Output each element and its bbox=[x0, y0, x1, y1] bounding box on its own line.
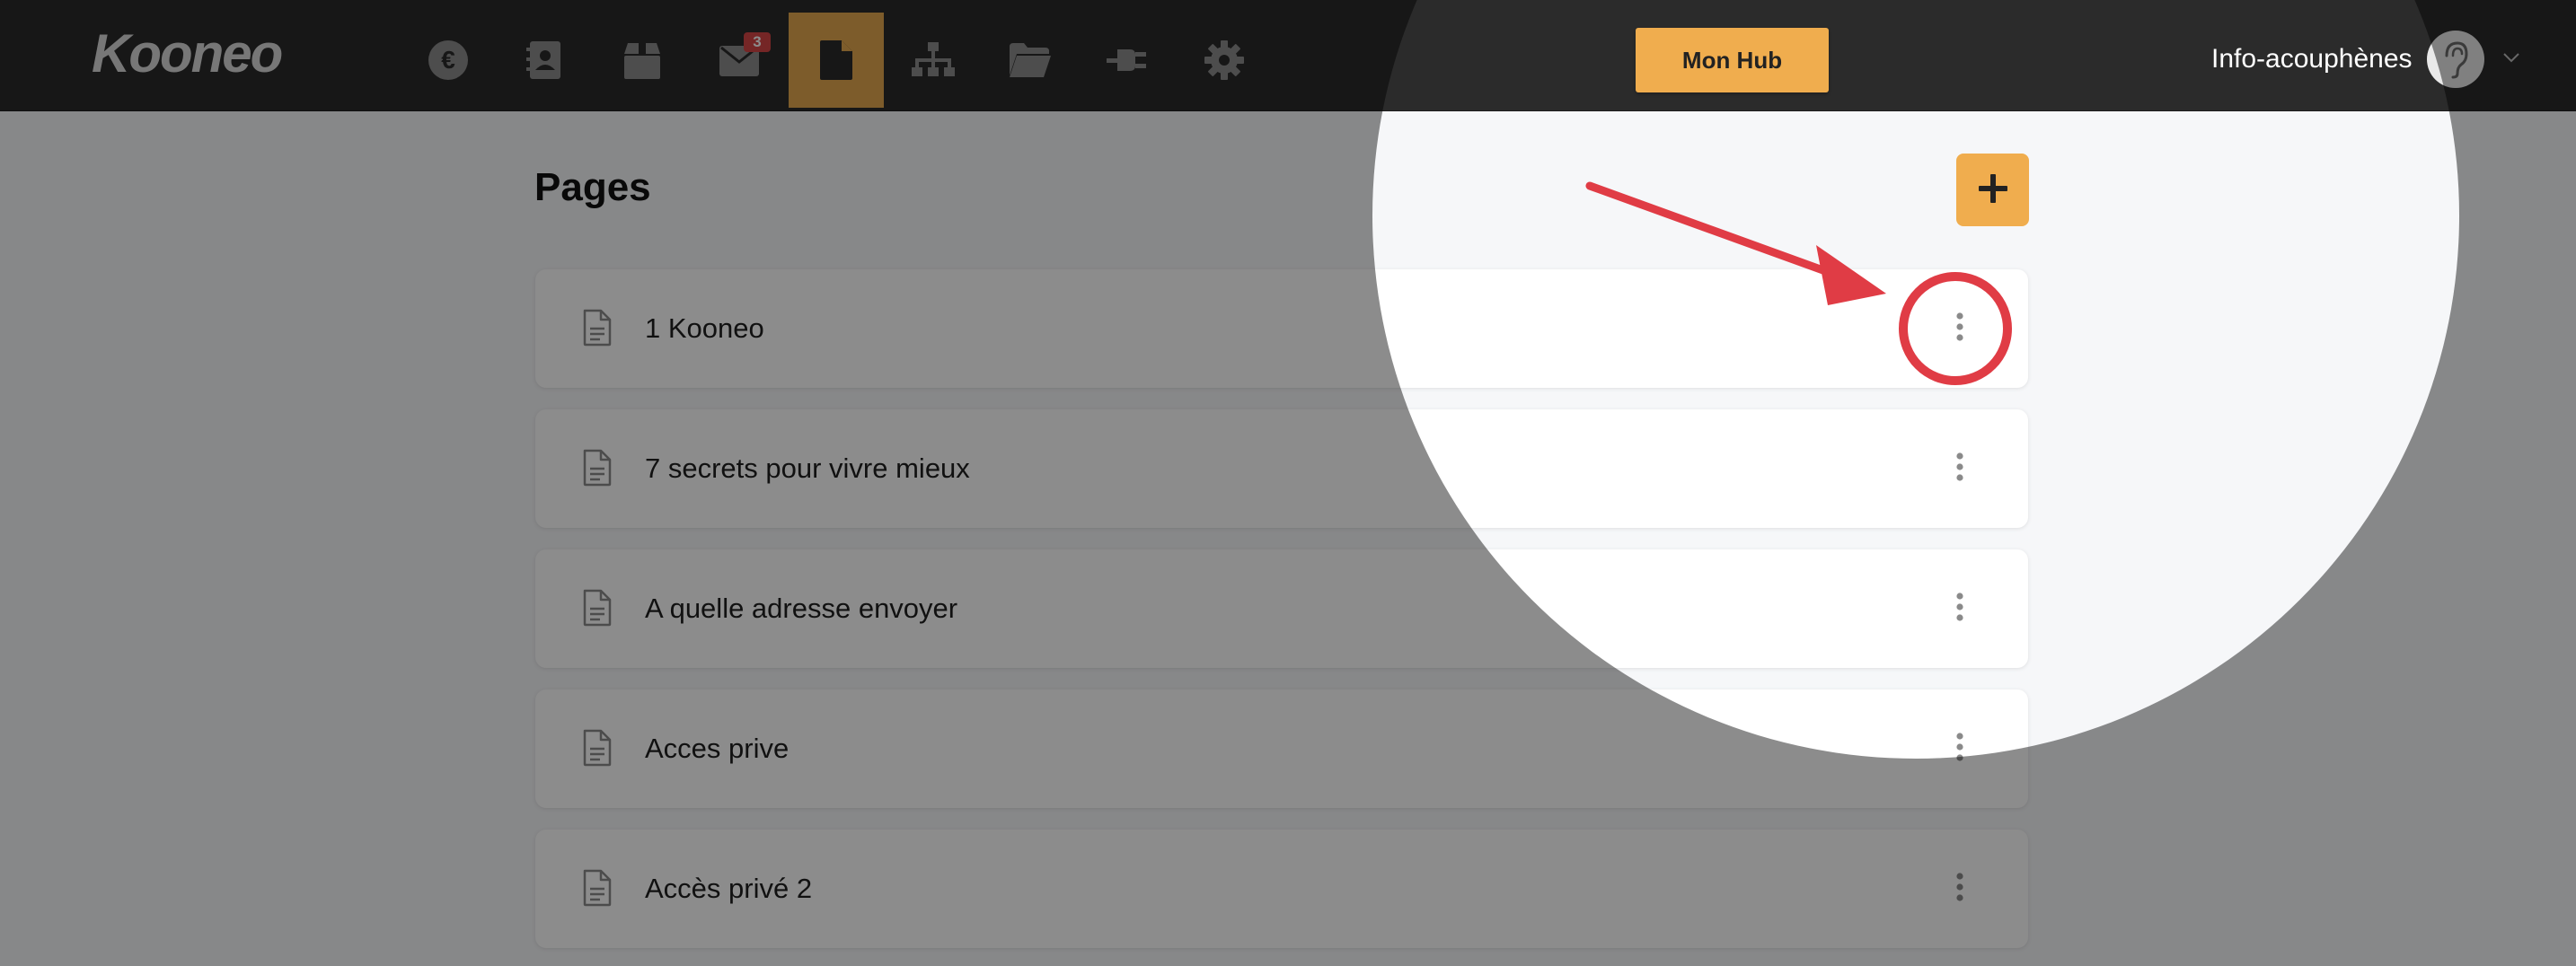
contacts-icon bbox=[525, 40, 566, 81]
plug-icon bbox=[1105, 42, 1150, 78]
page-options-button[interactable] bbox=[1933, 442, 1987, 496]
kooneo-logo[interactable]: Kooneo bbox=[92, 27, 283, 81]
vertical-dots-icon bbox=[1955, 312, 1964, 347]
account-menu[interactable]: Info-acouphènes bbox=[2211, 29, 2520, 90]
vertical-dots-icon bbox=[1955, 452, 1964, 487]
document-icon bbox=[582, 869, 613, 911]
page-icon bbox=[818, 39, 854, 82]
svg-text:€: € bbox=[441, 46, 455, 74]
document-icon bbox=[582, 309, 613, 351]
document-icon bbox=[582, 729, 613, 771]
page-row[interactable]: Acces prive bbox=[535, 689, 2028, 808]
page-row[interactable]: 1 Kooneo bbox=[535, 269, 2028, 388]
nav-item-messages[interactable]: 3 bbox=[692, 13, 787, 108]
page-name: Accès privé 2 bbox=[645, 873, 813, 904]
gear-icon bbox=[1203, 39, 1246, 82]
box-icon bbox=[621, 40, 664, 81]
document-icon bbox=[582, 589, 613, 631]
page-options-button[interactable] bbox=[1933, 722, 1987, 776]
page-options-button[interactable] bbox=[1933, 582, 1987, 636]
nav-item-sales[interactable]: € bbox=[401, 13, 496, 108]
ear-icon bbox=[2426, 31, 2484, 88]
page-title: Pages bbox=[534, 165, 651, 209]
page-name: 7 secrets pour vivre mieux bbox=[645, 452, 970, 484]
page-name: A quelle adresse envoyer bbox=[645, 593, 958, 624]
page-options-button[interactable] bbox=[1933, 862, 1987, 916]
account-name: Info-acouphènes bbox=[2211, 44, 2413, 74]
plus-icon bbox=[1976, 171, 2010, 208]
nav-item-contacts[interactable] bbox=[498, 13, 593, 108]
mon-hub-button[interactable]: Mon Hub bbox=[1636, 28, 1829, 92]
add-page-button[interactable] bbox=[1956, 154, 2029, 226]
nav-item-pages[interactable] bbox=[789, 13, 884, 108]
page-row[interactable]: 7 secrets pour vivre mieux bbox=[535, 409, 2028, 528]
nav-item-products[interactable] bbox=[595, 13, 690, 108]
chevron-down-icon bbox=[2502, 51, 2520, 67]
vertical-dots-icon bbox=[1955, 732, 1964, 767]
page-name: 1 Kooneo bbox=[645, 312, 764, 344]
euro-icon: € bbox=[428, 40, 469, 81]
page-row[interactable]: Accès privé 2 bbox=[535, 830, 2028, 948]
nav-item-integrations[interactable] bbox=[1080, 13, 1175, 108]
sitemap-icon bbox=[911, 40, 956, 80]
folder-icon bbox=[1008, 41, 1053, 79]
nav-item-sitemap[interactable] bbox=[886, 13, 981, 108]
unread-badge: 3 bbox=[744, 32, 771, 52]
vertical-dots-icon bbox=[1955, 872, 1964, 907]
nav-item-settings[interactable] bbox=[1177, 13, 1272, 108]
vertical-dots-icon bbox=[1955, 592, 1964, 627]
page-row[interactable]: A quelle adresse envoyer bbox=[535, 549, 2028, 668]
page-name: Acces prive bbox=[645, 733, 790, 764]
page-options-button[interactable] bbox=[1933, 302, 1987, 356]
document-icon bbox=[582, 449, 613, 491]
nav-item-files[interactable] bbox=[983, 13, 1078, 108]
top-navigation-bar: Kooneo € 3 Mon Hub Info-acouphènes bbox=[0, 0, 2576, 111]
